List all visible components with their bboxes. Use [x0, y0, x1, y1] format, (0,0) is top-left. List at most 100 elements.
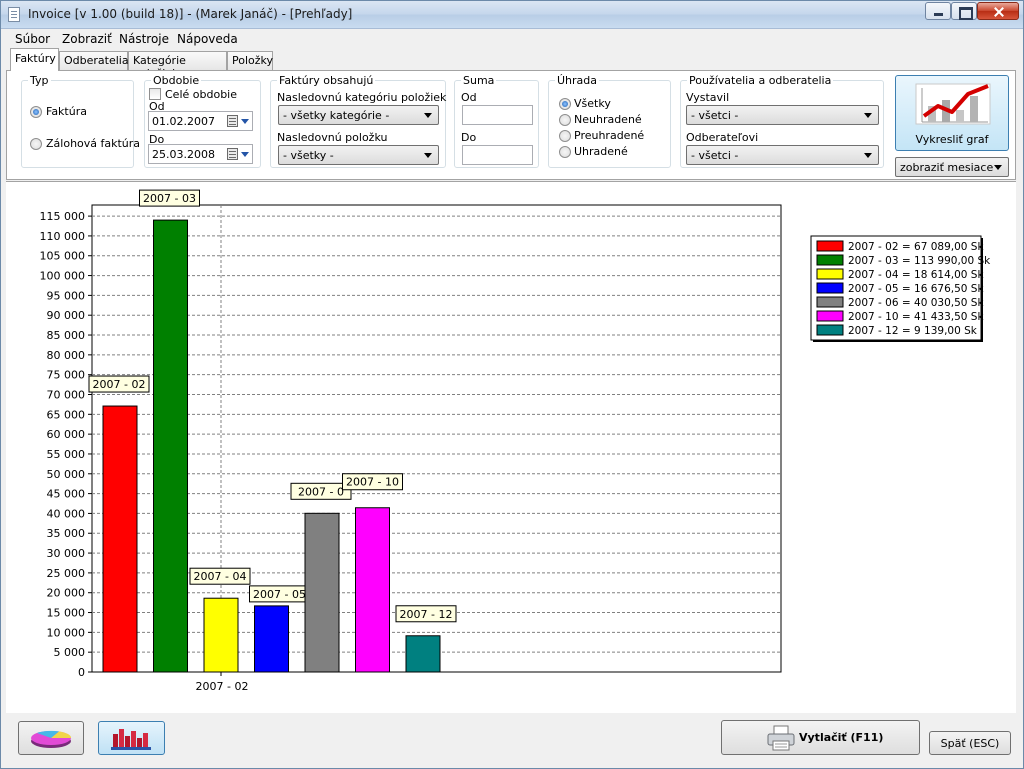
legend-swatch	[816, 310, 844, 322]
y-tick-label: 55 000	[47, 448, 86, 461]
obsahuju-label: Faktúry obsahujú	[277, 74, 376, 87]
menu-subor[interactable]: Súbor	[15, 32, 50, 46]
bar-2007-05	[254, 605, 289, 673]
draw-graph-button[interactable]: Vykresliť graf	[895, 75, 1009, 151]
y-tick-label: 10 000	[47, 626, 86, 639]
radio-vsetky[interactable]	[559, 98, 571, 110]
y-tick-label: 100 000	[40, 270, 86, 283]
y-tick-label: 85 000	[47, 329, 86, 342]
window-title: Invoice [v 1.00 (build 18)] - (Marek Jan…	[28, 7, 353, 21]
issued-by-select[interactable]: - všetci -	[686, 105, 879, 125]
whole-period-checkbox[interactable]	[149, 88, 161, 100]
legend-swatch	[816, 282, 844, 294]
tab-polozky[interactable]: Položky	[227, 51, 273, 70]
radio-zalohova-faktura[interactable]	[30, 138, 42, 150]
calendar-icon[interactable]	[227, 115, 238, 127]
x-tick-label: 2007 - 02	[196, 680, 249, 693]
bar-label: 2007 - 04	[194, 570, 247, 583]
whole-period-label: Celé obdobie	[165, 88, 237, 101]
legend-swatch	[816, 324, 844, 336]
printer-icon	[767, 725, 795, 751]
issued-by-label: Vystavil	[686, 91, 730, 104]
obdobie-label: Obdobie	[151, 74, 202, 87]
chevron-down-icon	[994, 165, 1002, 170]
menu-nastroje[interactable]: Nástroje	[119, 32, 169, 46]
radio-vsetky-label: Všetky	[574, 97, 611, 110]
chevron-down-icon	[424, 113, 432, 118]
title-bar: Invoice [v 1.00 (build 18)] - (Marek Jan…	[1, 1, 1023, 29]
menu-napoveda[interactable]: Nápoveda	[177, 32, 238, 46]
item-label: Nasledovnú položku	[277, 131, 388, 144]
radio-uhradene[interactable]	[559, 146, 571, 158]
legend-entry: 2007 - 06 = 40 030,50 Sk	[848, 297, 984, 309]
y-tick-label: 95 000	[47, 289, 86, 302]
y-tick-label: 70 000	[47, 388, 86, 401]
filter-panel: Typ Faktúra Zálohová faktúra Obdobie Cel…	[6, 70, 1016, 180]
y-tick-label: 20 000	[47, 587, 86, 600]
obdobie-group: Obdobie Celé obdobie Od 01.02.2007 Do 25…	[144, 74, 261, 168]
radio-neuhradene[interactable]	[559, 114, 571, 126]
bar-label: 2007 - 02	[93, 378, 146, 391]
y-tick-label: 40 000	[47, 507, 86, 520]
tab-kategorie-poloziek[interactable]: Kategórie položiek	[128, 51, 227, 80]
y-tick-label: 50 000	[47, 468, 86, 481]
legend-entry: 2007 - 10 = 41 433,50 Sk	[848, 311, 984, 323]
typ-label: Typ	[28, 74, 51, 87]
y-tick-label: 115 000	[40, 210, 86, 223]
y-tick-label: 15 000	[47, 607, 86, 620]
y-tick-label: 90 000	[47, 309, 86, 322]
radio-faktura[interactable]	[30, 106, 42, 118]
close-button[interactable]	[977, 2, 1019, 20]
y-tick-label: 35 000	[47, 527, 86, 540]
item-select-value: - všetky -	[283, 149, 334, 162]
chart-panel: 115 000 110 000 105 000 100 000 95 000 90 000…	[6, 181, 1016, 713]
menu-zobrazit[interactable]: Zobraziť	[62, 32, 112, 46]
item-select[interactable]: - všetky -	[278, 145, 439, 165]
y-tick-label: 30 000	[47, 547, 86, 560]
bar-chart: 115 000 110 000 105 000 100 000 95 000 90 000…	[40, 189, 991, 693]
issued-by-value: - všetci -	[691, 109, 739, 122]
users-label: Používatelia a odberatelia	[687, 74, 834, 87]
legend-swatch	[816, 254, 844, 266]
line-chart-icon	[915, 83, 991, 125]
bar-label: 2007 - 05	[253, 588, 306, 601]
tab-faktury[interactable]: Faktúry	[10, 48, 59, 71]
app-window: Invoice [v 1.00 (build 18)] - (Marek Jan…	[0, 0, 1024, 769]
sum-to-input[interactable]	[462, 145, 533, 165]
bar-2007-10	[355, 507, 390, 673]
y-tick-label: 45 000	[47, 488, 86, 501]
customer-label: Odberateľovi	[686, 131, 759, 144]
typ-group: Typ Faktúra Zálohová faktúra	[21, 74, 140, 168]
tab-odberatelia[interactable]: Odberatelia	[59, 51, 129, 70]
legend-entry: 2007 - 05 = 16 676,50 Sk	[848, 283, 984, 295]
chevron-down-icon[interactable]	[241, 152, 249, 157]
customer-select[interactable]: - všetci -	[686, 145, 879, 165]
radio-preuhradene[interactable]	[559, 130, 571, 142]
minimize-button[interactable]	[925, 2, 951, 20]
bar-2007-04	[203, 597, 239, 673]
category-select-value: - všetky kategórie -	[283, 109, 390, 122]
print-button[interactable]: Vytlačiť (F11)	[721, 720, 920, 755]
calendar-icon[interactable]	[227, 148, 238, 160]
from-date-field[interactable]: 01.02.2007	[148, 111, 253, 131]
bar-chart-icon	[111, 729, 151, 750]
category-select[interactable]: - všetky kategórie -	[278, 105, 439, 125]
maximize-button[interactable]	[951, 2, 977, 20]
y-tick-label: 5 000	[54, 646, 86, 659]
to-date-field[interactable]: 25.03.2008	[148, 144, 253, 164]
period-select[interactable]: zobraziť mesiace	[895, 157, 1009, 177]
category-label: Nasledovnú kategóriu položiek	[277, 91, 447, 104]
back-button[interactable]: Späť (ESC)	[929, 731, 1011, 755]
bar-2007-02	[102, 405, 138, 673]
bar-chart-button[interactable]	[98, 721, 165, 755]
legend-swatch	[816, 268, 844, 280]
sum-from-input[interactable]	[462, 105, 533, 125]
pie-chart-button[interactable]	[18, 721, 84, 755]
legend-swatch	[816, 240, 844, 252]
chevron-down-icon[interactable]	[241, 119, 249, 124]
print-button-label: Vytlačiť (F11)	[799, 731, 884, 744]
uhrada-label: Úhrada	[555, 74, 600, 87]
period-select-value: zobraziť mesiace	[900, 161, 994, 174]
legend-entry: 2007 - 04 = 18 614,00 Sk	[848, 269, 984, 281]
y-tick-label: 80 000	[47, 349, 86, 362]
